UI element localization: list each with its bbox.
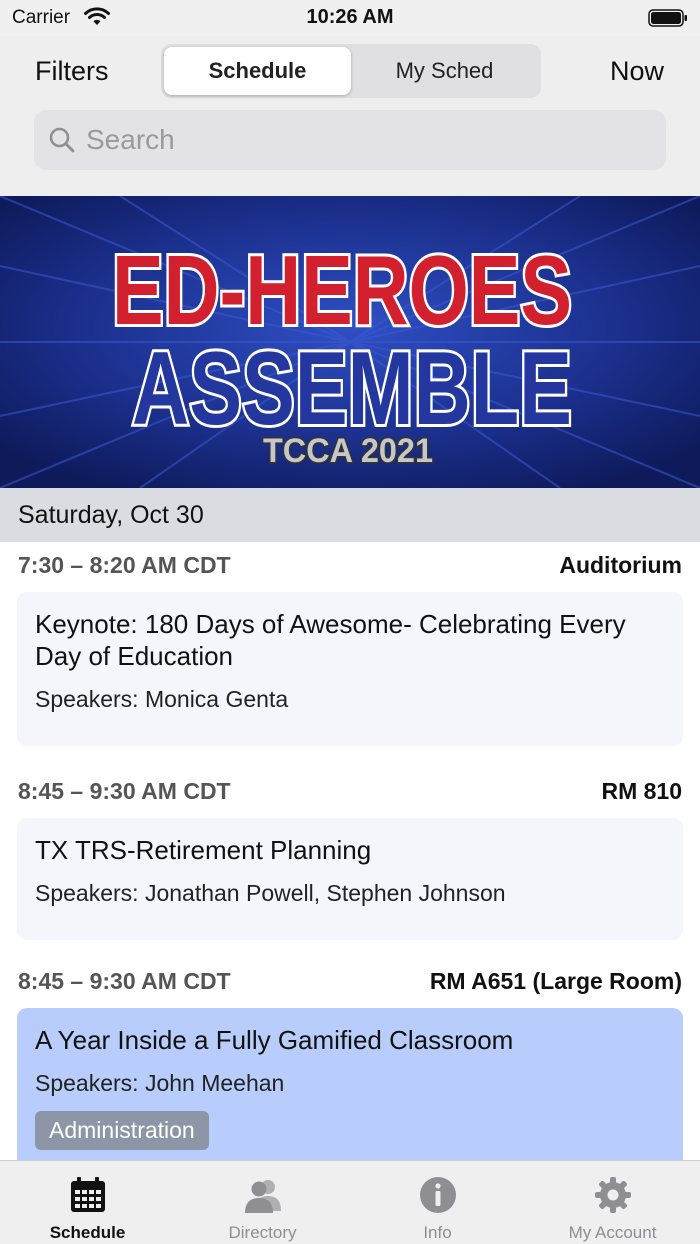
tab-my-account[interactable]: My Account bbox=[525, 1161, 700, 1244]
navigation-bar: Filters Schedule My Sched Now bbox=[0, 36, 700, 196]
session-card[interactable]: TX TRS-Retirement Planning Speakers: Jon… bbox=[17, 818, 683, 940]
session-title: Keynote: 180 Days of Awesome- Celebratin… bbox=[35, 609, 626, 671]
tab-label: Info bbox=[423, 1223, 452, 1242]
banner-line-2: ASSEMBLE bbox=[132, 331, 572, 447]
session-card[interactable]: Keynote: 180 Days of Awesome- Celebratin… bbox=[17, 592, 683, 746]
people-icon bbox=[244, 1180, 281, 1213]
tab-label: My Account bbox=[568, 1223, 657, 1242]
session-card-highlighted[interactable]: A Year Inside a Fully Gamified Classroom… bbox=[17, 1008, 683, 1160]
date-section-header: Saturday, Oct 30 bbox=[0, 488, 700, 542]
tab-label: Schedule bbox=[49, 1223, 126, 1242]
session-title: TX TRS-Retirement Planning bbox=[35, 835, 372, 865]
time-slot-header: 8:45 – 9:30 AM CDT RM A651 (Large Room) bbox=[0, 958, 700, 1008]
gear-icon bbox=[594, 1177, 631, 1213]
session-room: RM A651 (Large Room) bbox=[429, 968, 682, 994]
segment-schedule[interactable]: Schedule bbox=[164, 47, 351, 95]
time-slot-header: 8:45 – 9:30 AM CDT RM 810 bbox=[0, 768, 700, 818]
session-speakers: Speakers: John Meehan bbox=[35, 1070, 285, 1096]
tab-schedule[interactable]: Schedule bbox=[0, 1161, 175, 1244]
search-input[interactable] bbox=[86, 124, 646, 156]
schedule-segmented-control: Schedule My Sched bbox=[161, 44, 541, 98]
now-button[interactable]: Now bbox=[610, 56, 664, 87]
calendar-icon bbox=[70, 1177, 105, 1212]
banner-line-3: TCCA 2021 bbox=[263, 432, 433, 470]
session-speakers: Speakers: Monica Genta bbox=[35, 686, 289, 712]
session-room: RM 810 bbox=[601, 778, 682, 804]
segment-my-sched[interactable]: My Sched bbox=[351, 47, 538, 95]
event-banner: ED-HEROES ASSEMBLE TCCA 2021 bbox=[0, 196, 700, 488]
session-speakers: Speakers: Jonathan Powell, Stephen Johns… bbox=[35, 880, 506, 906]
event-banner-graphic: ED-HEROES ASSEMBLE TCCA 2021 bbox=[0, 196, 700, 488]
tab-directory[interactable]: Directory bbox=[175, 1161, 350, 1244]
session-room: Auditorium bbox=[559, 552, 682, 578]
time-slot-header: 7:30 – 8:20 AM CDT Auditorium bbox=[0, 542, 700, 592]
search-bar[interactable] bbox=[34, 110, 666, 170]
session-time: 8:45 – 9:30 AM CDT bbox=[18, 968, 231, 994]
filters-button[interactable]: Filters bbox=[35, 56, 109, 87]
session-list: 7:30 – 8:20 AM CDT Auditorium Keynote: 1… bbox=[0, 542, 700, 1160]
battery-icon bbox=[648, 9, 687, 27]
session-title: A Year Inside a Fully Gamified Classroom bbox=[35, 1025, 514, 1055]
info-icon bbox=[419, 1177, 456, 1213]
tab-bar: Schedule Directory Info My Account bbox=[0, 1160, 700, 1244]
tab-label: Directory bbox=[228, 1223, 297, 1242]
banner-line-1: ED-HEROES bbox=[112, 235, 572, 345]
status-time: 10:26 AM bbox=[306, 6, 394, 28]
track-tag[interactable]: Administration bbox=[35, 1111, 209, 1150]
session-time: 8:45 – 9:30 AM CDT bbox=[18, 778, 231, 804]
tab-info[interactable]: Info bbox=[350, 1161, 525, 1244]
status-bar: Carrier 10:26 AM bbox=[0, 0, 700, 36]
search-icon bbox=[49, 127, 75, 153]
session-time: 7:30 – 8:20 AM CDT bbox=[18, 552, 231, 578]
